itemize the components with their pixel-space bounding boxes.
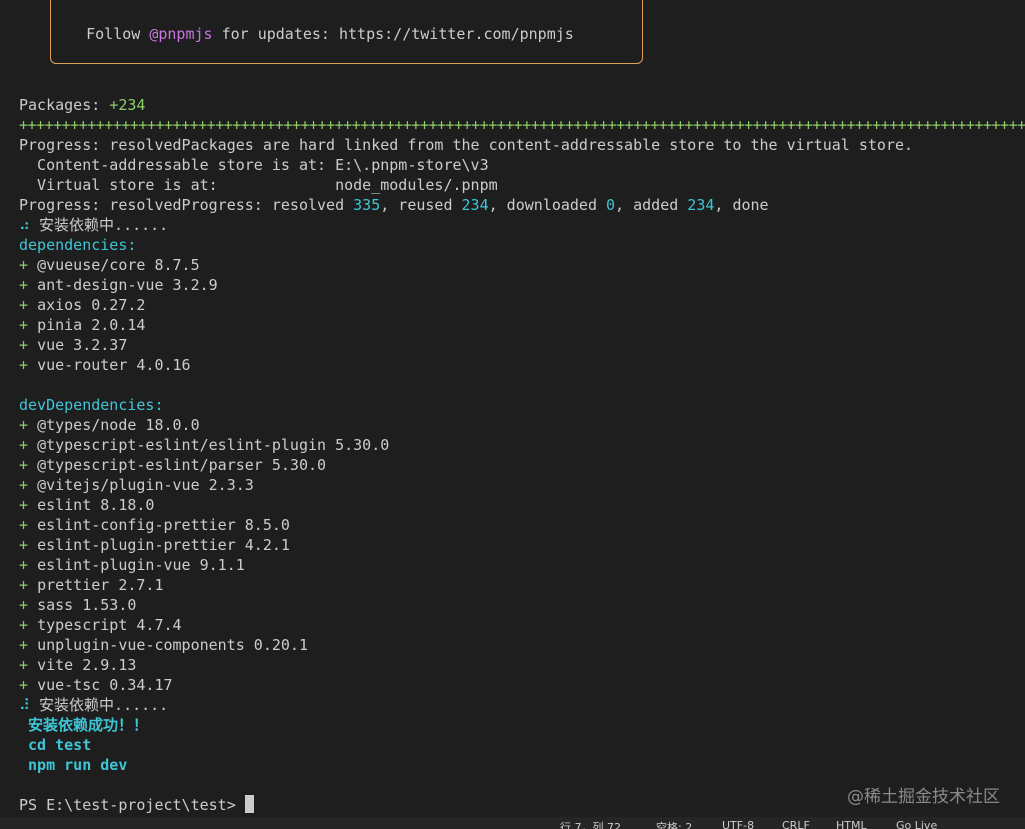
package-entry: + @typescript-eslint/parser 5.30.0 <box>19 455 1025 475</box>
package-entry: + vue-tsc 0.34.17 <box>19 675 1025 695</box>
package-entry: + eslint-config-prettier 8.5.0 <box>19 515 1025 535</box>
spinner-icon: ⠼ <box>19 696 30 714</box>
plus-icon: + <box>19 276 38 294</box>
pnpm-update-notice: Follow @pnpmjs for updates: https://twit… <box>50 25 574 43</box>
plus-icon: + <box>19 336 38 354</box>
package-name-version: @vueuse/core 8.7.5 <box>37 256 200 274</box>
downloaded-count: 0 <box>606 196 616 214</box>
package-name-version: prettier 2.7.1 <box>37 576 164 594</box>
package-entry: + ant-design-vue 3.2.9 <box>19 275 1025 295</box>
plus-icon: + <box>19 416 38 434</box>
prompt-text: PS E:\test-project\test> <box>19 796 245 814</box>
progress-resolved-line: Progress: resolvedProgress: resolved 335… <box>19 196 769 214</box>
package-name-version: typescript 4.7.4 <box>37 616 182 634</box>
plus-icon: + <box>19 516 38 534</box>
reused-count: 234 <box>461 196 489 214</box>
terminal-output: Packages: +234 +++++++++++++++++++++++++… <box>19 95 1025 815</box>
package-entry: + @vitejs/plugin-vue 2.3.3 <box>19 475 1025 495</box>
plus-icon: + <box>19 676 38 694</box>
package-entry: + vite 2.9.13 <box>19 655 1025 675</box>
package-name-version: vite 2.9.13 <box>37 656 137 674</box>
plus-icon: + <box>19 536 38 554</box>
plus-icon: + <box>19 576 38 594</box>
dev-dependencies-list: + @types/node 18.0.0 + @typescript-eslint… <box>19 415 1025 695</box>
package-entry: + prettier 2.7.1 <box>19 575 1025 595</box>
encoding-setting[interactable]: UTF-8 <box>722 819 754 829</box>
package-name-version: ant-design-vue 3.2.9 <box>37 276 218 294</box>
package-entry: + @vueuse/core 8.7.5 <box>19 255 1025 275</box>
spinner-icon: ⠴ <box>19 216 30 234</box>
watermark: @稀土掘金技术社区 <box>847 787 1000 807</box>
package-name-version: eslint 8.18.0 <box>37 496 155 514</box>
terminal-panel[interactable]: Follow @pnpmjs for updates: https://twit… <box>0 0 1025 817</box>
package-name-version: vue 3.2.37 <box>37 336 128 354</box>
text-cursor <box>244 795 254 813</box>
package-entry: + vue-router 4.0.16 <box>19 355 1025 375</box>
package-name-version: @types/node 18.0.0 <box>37 416 200 434</box>
package-name-version: eslint-plugin-vue 9.1.1 <box>37 556 245 574</box>
next-step-run-dev: npm run dev <box>19 756 128 774</box>
plus-icon: + <box>19 656 38 674</box>
package-name-version: pinia 2.0.14 <box>37 316 146 334</box>
plus-icon: + <box>19 616 38 634</box>
next-step-cd: cd test <box>19 736 92 754</box>
language-mode[interactable]: HTML <box>836 819 867 829</box>
package-entry: + @types/node 18.0.0 <box>19 415 1025 435</box>
package-entry: + eslint-plugin-vue 9.1.1 <box>19 555 1025 575</box>
dependencies-header: dependencies: <box>19 236 137 254</box>
package-name-version: @vitejs/plugin-vue 2.3.3 <box>37 476 254 494</box>
indentation-setting[interactable]: 空格: 2 <box>656 819 692 829</box>
plus-icon: + <box>19 496 38 514</box>
plus-icon: + <box>19 556 38 574</box>
dev-dependencies-header: devDependencies: <box>19 396 164 414</box>
packages-count: +234 <box>109 96 146 114</box>
virtual-store-line: Virtual store is at: node_modules/.pnpm <box>19 176 498 194</box>
packages-line: Packages: +234 <box>19 96 146 114</box>
notice-handle: @pnpmjs <box>149 25 213 43</box>
package-entry: + eslint-plugin-prettier 4.2.1 <box>19 535 1025 555</box>
package-name-version: vue-router 4.0.16 <box>37 356 191 374</box>
package-entry: + axios 0.27.2 <box>19 295 1025 315</box>
package-entry: + typescript 4.7.4 <box>19 615 1025 635</box>
package-name-version: vue-tsc 0.34.17 <box>37 676 173 694</box>
package-name-version: unplugin-vue-components 0.20.1 <box>37 636 308 654</box>
added-count: 234 <box>687 196 715 214</box>
package-name-version: eslint-config-prettier 8.5.0 <box>37 516 290 534</box>
go-live-button[interactable]: Go Live <box>896 819 937 829</box>
plus-icon: + <box>19 356 38 374</box>
progress-linked-line: Progress: resolvedPackages are hard link… <box>19 136 914 154</box>
plus-icon: + <box>19 456 38 474</box>
installing-line-1: ⠴ 安装依赖中...... <box>19 216 169 234</box>
notice-prefix: Follow <box>86 25 150 43</box>
plus-icon: + <box>19 256 38 274</box>
plus-icon: + <box>19 436 38 454</box>
package-name-version: eslint-plugin-prettier 4.2.1 <box>37 536 290 554</box>
package-entry: + @typescript-eslint/eslint-plugin 5.30.… <box>19 435 1025 455</box>
package-name-version: @typescript-eslint/eslint-plugin 5.30.0 <box>37 436 390 454</box>
package-entry: + pinia 2.0.14 <box>19 315 1025 335</box>
package-entry: + eslint 8.18.0 <box>19 495 1025 515</box>
success-message: 安装依赖成功！！ <box>19 716 149 734</box>
package-entry: + unplugin-vue-components 0.20.1 <box>19 635 1025 655</box>
package-name-version: sass 1.53.0 <box>37 596 137 614</box>
package-name-version: axios 0.27.2 <box>37 296 146 314</box>
resolved-count: 335 <box>353 196 381 214</box>
plus-icon: + <box>19 296 38 314</box>
package-entry: + sass 1.53.0 <box>19 595 1025 615</box>
notice-url: for updates: https://twitter.com/pnpmjs <box>212 25 574 43</box>
status-bar: 行 7，列 72 空格: 2 UTF-8 CRLF HTML Go Live <box>0 817 1025 829</box>
installing-line-2: ⠼ 安装依赖中...... <box>19 696 169 714</box>
dependencies-list: + @vueuse/core 8.7.5 + ant-design-vue 3.2… <box>19 255 1025 375</box>
progress-bar: ++++++++++++++++++++++++++++++++++++++++… <box>19 116 1025 134</box>
plus-icon: + <box>19 316 38 334</box>
plus-icon: + <box>19 636 38 654</box>
package-name-version: @typescript-eslint/parser 5.30.0 <box>37 456 327 474</box>
package-entry: + vue 3.2.37 <box>19 335 1025 355</box>
plus-icon: + <box>19 476 38 494</box>
store-path-line: Content-addressable store is at: E:\.pnp… <box>19 156 489 174</box>
plus-icon: + <box>19 596 38 614</box>
eol-setting[interactable]: CRLF <box>782 819 810 829</box>
cursor-position[interactable]: 行 7，列 72 <box>560 819 621 829</box>
